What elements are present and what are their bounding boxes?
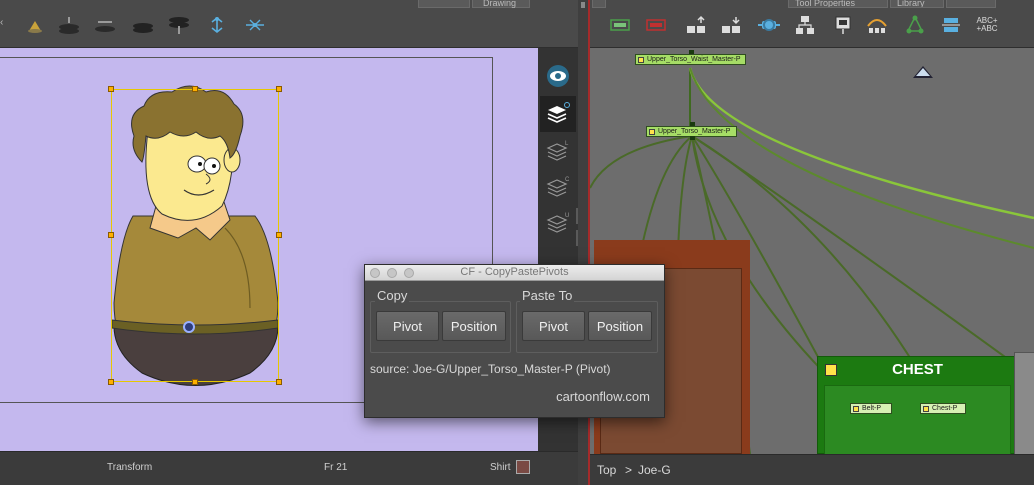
node-color-icon <box>649 129 655 135</box>
frame-indicator: Fr 21 <box>324 462 348 473</box>
camera-status-bar: Transform Fr 21 Shirt <box>0 451 578 485</box>
tab-other[interactable] <box>946 0 996 8</box>
layers-c-icon[interactable]: C <box>540 170 576 206</box>
dialog-titlebar[interactable]: CF - CopyPastePivots <box>365 265 664 281</box>
composite-node-icon[interactable] <box>643 12 669 38</box>
selection-handle[interactable] <box>192 379 198 385</box>
peg-icon[interactable] <box>756 12 782 38</box>
backdrop-chest[interactable]: CHEST <box>817 356 1018 455</box>
remove-node-icon[interactable] <box>718 12 744 38</box>
website-link[interactable]: cartoonflow.com <box>556 389 650 404</box>
selection-handle[interactable] <box>276 86 282 92</box>
breadcrumb-separator: > <box>625 463 633 477</box>
divider-grip <box>581 2 585 8</box>
layers-u-icon[interactable]: U <box>540 206 576 242</box>
link-icon[interactable] <box>938 12 964 38</box>
node-breadcrumb-bar: Top > Joe-G <box>590 454 1034 485</box>
tab-camera[interactable] <box>418 0 470 8</box>
layer-split-icon[interactable] <box>166 12 192 38</box>
group-icon[interactable] <box>792 12 818 38</box>
backdrop-title: CHEST <box>892 361 943 378</box>
tree-icon[interactable] <box>902 12 928 38</box>
layer-flat-icon[interactable] <box>92 12 118 38</box>
navigation-arrow-inner <box>916 68 930 76</box>
pivot-point[interactable] <box>183 321 195 333</box>
layers-o-icon[interactable] <box>540 96 576 132</box>
selection-handle[interactable] <box>192 86 198 92</box>
scroll-left-icon[interactable]: ‹ <box>0 17 8 29</box>
svg-text:U: U <box>565 213 569 219</box>
copy-group-label: Copy <box>375 288 410 303</box>
copy-pivot-button[interactable]: Pivot <box>376 311 439 341</box>
selection-handle[interactable] <box>108 379 114 385</box>
node-toolbar: Tool Properties Library ABC+ +ABC <box>590 0 1034 48</box>
selection-handle[interactable] <box>276 379 282 385</box>
node-waist-master-peg[interactable]: Upper_Torso_Waist_Master-P <box>635 54 746 65</box>
node-chest-peg[interactable]: Chest-P <box>920 403 966 414</box>
node-color-icon <box>638 57 644 63</box>
svg-text:C: C <box>565 177 570 183</box>
node-output-port[interactable] <box>690 136 695 140</box>
dialog-title: CF - CopyPastePivots <box>460 266 569 278</box>
paste-group-label: Paste To <box>520 288 575 303</box>
eye-icon[interactable] <box>540 58 576 94</box>
camera-toolbar: Drawing ‹ <box>0 0 578 48</box>
breadcrumb-current[interactable]: Joe-G <box>638 463 671 477</box>
add-node-icon[interactable] <box>683 12 709 38</box>
layer-dark-icon[interactable] <box>130 12 156 38</box>
tab-tool-properties[interactable]: Tool Properties <box>788 0 888 8</box>
tab-library[interactable]: Library <box>890 0 944 8</box>
node-color-icon <box>853 406 859 412</box>
selection-box <box>111 89 279 382</box>
backdrop-icon[interactable] <box>830 12 856 38</box>
node-color-icon <box>923 406 929 412</box>
tool-mode: Transform <box>107 462 153 473</box>
copy-paste-pivots-dialog: CF - CopyPastePivots Copy Paste To Pivot… <box>364 264 665 418</box>
paste-position-button[interactable]: Position <box>588 311 652 341</box>
tab-drawing[interactable]: Drawing <box>472 0 530 8</box>
display-node-icon[interactable] <box>607 12 633 38</box>
bone-up-icon[interactable] <box>204 12 230 38</box>
selection-handle[interactable] <box>108 86 114 92</box>
selection-handle[interactable] <box>276 232 282 238</box>
drawing-color-swatch[interactable] <box>516 460 530 474</box>
paste-pivot-button[interactable]: Pivot <box>522 311 585 341</box>
node-input-port[interactable] <box>690 122 695 126</box>
abc-icon[interactable]: ABC+ +ABC <box>974 12 1000 38</box>
copy-position-button[interactable]: Position <box>442 311 506 341</box>
layers-l-icon[interactable]: L <box>540 134 576 170</box>
node-input-port[interactable] <box>689 50 694 54</box>
current-drawing: Shirt <box>490 462 511 473</box>
selection-handle[interactable] <box>108 232 114 238</box>
source-label: source: Joe-G/Upper_Torso_Master-P (Pivo… <box>370 362 611 376</box>
layer-stack-icon[interactable] <box>56 12 82 38</box>
tab-node-view[interactable] <box>592 0 606 8</box>
bone-spread-icon[interactable] <box>242 12 268 38</box>
cutter-icon[interactable] <box>864 12 890 38</box>
light-icon[interactable] <box>22 12 48 38</box>
backdrop-gray[interactable] <box>1014 352 1034 456</box>
node-belt-peg[interactable]: Belt-P <box>850 403 892 414</box>
svg-text:L: L <box>565 141 569 147</box>
breadcrumb-top[interactable]: Top <box>597 463 616 477</box>
